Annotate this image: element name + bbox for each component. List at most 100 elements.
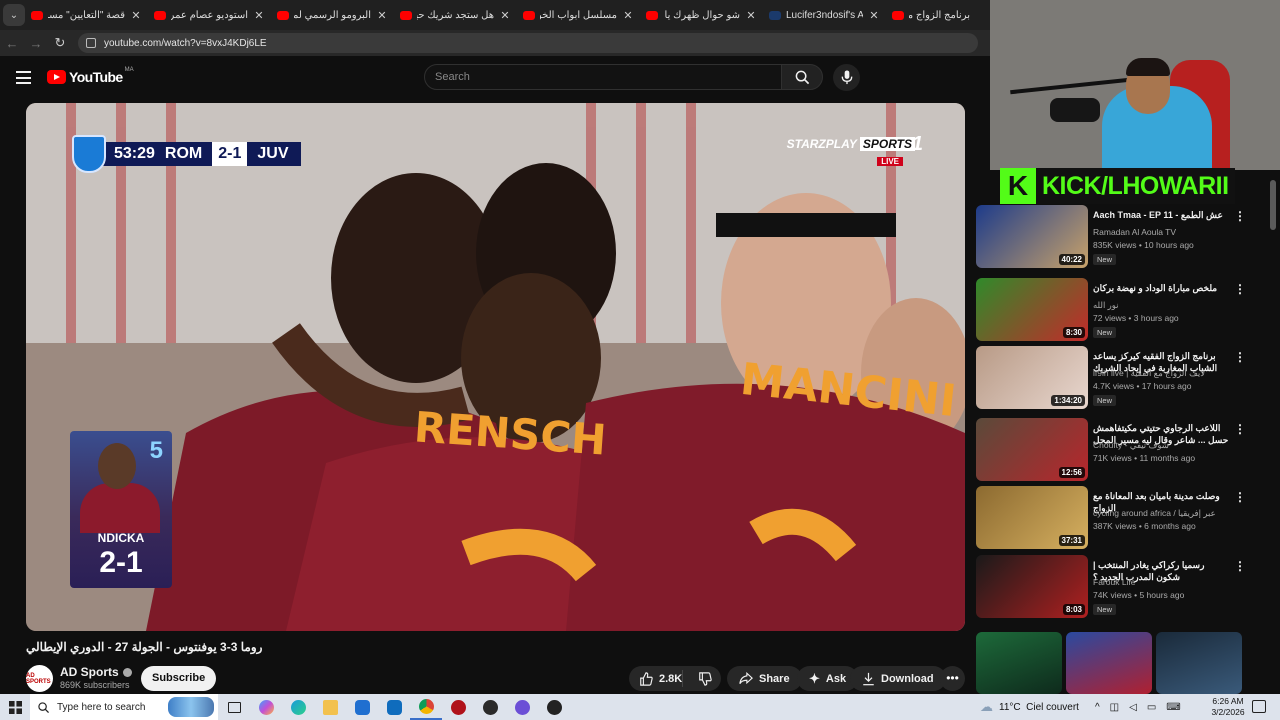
score-bar: 53:29 ROM 2-1 JUV [100,142,301,166]
copilot-icon[interactable] [250,694,282,720]
close-tab-icon[interactable]: ✕ [376,9,388,22]
new-badge: New [1093,254,1117,265]
recommendation-title[interactable]: ملخص مباراة الوداد و نهضة بركان [1093,282,1229,294]
close-tab-icon[interactable]: ✕ [745,9,757,22]
ask-button[interactable]: ✦ Ask [797,666,859,691]
chrome-icon[interactable] [410,694,442,720]
close-tab-icon[interactable]: ✕ [499,9,511,22]
download-button[interactable]: Download [850,666,946,691]
webcam-microphone [1050,98,1100,122]
back-icon[interactable]: ← [0,36,24,51]
ask-label: Ask [825,672,847,685]
browser-tab[interactable]: شو حوال ظهرك يا بواب ✕ [640,2,763,28]
close-tab-icon[interactable]: ✕ [253,9,265,22]
keyboard-icon[interactable]: ⌨ [1166,702,1180,713]
browser-tab[interactable]: استوديو عصام عمر وياء ✕ [148,2,271,28]
subscriber-count: 869K subscribers [60,680,130,690]
recommendation-thumbnail[interactable]: 8:30 [976,278,1088,341]
app-icon-4k[interactable] [474,694,506,720]
search-button[interactable] [781,64,823,90]
network-icon[interactable]: ◫ [1110,702,1119,713]
recommendation-channel[interactable]: lf9ih live | لايف الزواج مع الفقيه [1093,368,1233,379]
recommendation-thumbnail[interactable]: 12:56 [976,418,1088,481]
more-options-icon[interactable]: ⋮ [1234,282,1246,296]
obs-icon[interactable] [506,694,538,720]
taskbar-clock[interactable]: 6:26 AM 3/2/2026 [1206,696,1250,718]
subscribe-button[interactable]: Subscribe [141,666,217,691]
recommendation-meta: 71K views • 11 months ago [1093,453,1196,463]
more-options-icon[interactable]: ⋮ [1234,559,1246,573]
app-icon-dark[interactable] [538,694,570,720]
search-input[interactable]: Search [424,64,782,90]
close-tab-icon[interactable]: ✕ [130,9,142,22]
menu-icon[interactable] [16,71,31,88]
task-view-icon[interactable] [218,694,250,720]
reload-icon[interactable]: ↻ [48,35,72,51]
close-tab-icon[interactable]: ✕ [622,9,634,22]
browser-tab[interactable]: مسلسل أبواب الخوف ✕ [517,2,640,28]
shelf-thumbnail[interactable] [1156,632,1242,694]
tray-chevron-icon[interactable]: ^ [1095,702,1100,713]
more-options-icon[interactable]: ⋮ [1234,350,1246,364]
microphone-icon [841,70,852,85]
more-options-icon[interactable]: ⋮ [1234,490,1246,504]
channel-name-wrap[interactable]: AD Sports [60,665,132,679]
recommendation-item[interactable]: 40:22 Aach Tmaa - EP 11 - عش الطمع Ramadan… [976,205,1246,269]
browser-tab[interactable]: برنامج الزواج مع الفقي [886,2,976,28]
recommendation-item[interactable]: 8:03 رسميا ركراكي يغادر المنتخب | شكون ال… [976,555,1246,619]
tab-search-menu-icon[interactable]: ⌄ [3,4,25,26]
more-options-icon[interactable]: ⋮ [1234,209,1246,223]
recommendation-item[interactable]: 8:30 ملخص مباراة الوداد و نهضة بركان نور ا… [976,278,1246,342]
taskbar-search-placeholder: Type here to search [57,701,146,713]
recommendation-title[interactable]: Aach Tmaa - EP 11 - عش الطمع [1093,209,1229,221]
file-explorer-icon[interactable] [314,694,346,720]
recommendation-item[interactable]: 37:31 وصلت مدينة باميان بعد المعاناة مع ا… [976,486,1246,550]
more-actions-icon[interactable]: ••• [940,666,965,691]
edge-icon[interactable] [282,694,314,720]
recommendation-channel[interactable]: cycling around africa / عبر إفريقيا [1093,508,1233,519]
recommendation-item[interactable]: 12:56 اللاعب الرجاوي حتيتي مكيتفاهمش حسل … [976,418,1246,482]
browser-tab[interactable]: Lucifer3ndosif's Anim ✕ [763,2,886,28]
recommendation-channel[interactable]: نور الله [1093,300,1233,311]
more-options-icon[interactable]: ⋮ [1234,422,1246,436]
tab-title: Lucifer3ndosif's Anim [786,9,863,21]
sidebar-scrollbar[interactable] [1270,180,1276,230]
outlook-icon[interactable] [378,694,410,720]
youtube-logo[interactable]: YouTube MA [47,67,134,85]
browser-tab[interactable]: البرومو الرسمي لمسلسل ✕ [271,2,394,28]
close-tab-icon[interactable]: ✕ [868,9,880,22]
recommendation-thumbnail[interactable]: 1:34:20 [976,346,1088,409]
taskbar-search-box[interactable]: Type here to search [30,694,218,720]
recommendation-thumbnail[interactable]: 37:31 [976,486,1088,549]
browser-tab[interactable]: هل ستجد شريك حياتك ✕ [394,2,517,28]
shelf-thumbnail[interactable] [1066,632,1152,694]
recommendation-item[interactable]: 1:34:20 برنامج الزواج الفقيه كيركز يساعد … [976,346,1246,410]
duration-badge: 8:30 [1062,327,1085,338]
app-icon-red[interactable] [442,694,474,720]
channel-name[interactable]: AD Sports [60,665,119,679]
store-icon[interactable] [346,694,378,720]
start-button[interactable] [0,694,30,720]
voice-search-button[interactable] [833,64,860,91]
site-info-icon[interactable] [86,38,96,48]
volume-icon[interactable]: ◁ [1129,702,1137,713]
recommendation-thumbnail[interactable]: 40:22 [976,205,1088,268]
channel-avatar[interactable]: AD SPORTS [26,665,53,692]
browser-tab[interactable]: قصة "التعايين" مسلس ✕ [25,2,148,28]
youtube-play-icon [47,70,66,84]
video-player[interactable]: RENSCH MANCINI 53:29 ROM 2-1 JUV STARZPL… [26,103,965,631]
shelf-thumbnail[interactable] [976,632,1062,694]
battery-icon[interactable]: ▭ [1147,702,1156,713]
recommendation-thumbnail[interactable]: 8:03 [976,555,1088,618]
recommendation-channel[interactable]: Choufty - شوف تيفي [1093,440,1233,451]
recommendation-channel[interactable]: Farouk Life [1093,577,1233,587]
notifications-icon[interactable] [1252,700,1266,713]
recommendation-channel[interactable]: Ramadan Al Aoula TV [1093,227,1233,237]
like-button[interactable]: 2.8K [629,670,684,687]
sparkle-icon: ✦ [809,670,820,686]
url-field[interactable]: youtube.com/watch?v=8vxJ4KDj6LE [78,33,978,53]
share-button[interactable]: Share [727,666,802,691]
weather-text[interactable]: 11°C Ciel couvert [999,702,1079,713]
dislike-button[interactable] [689,671,721,686]
forward-icon[interactable]: → [24,36,48,51]
